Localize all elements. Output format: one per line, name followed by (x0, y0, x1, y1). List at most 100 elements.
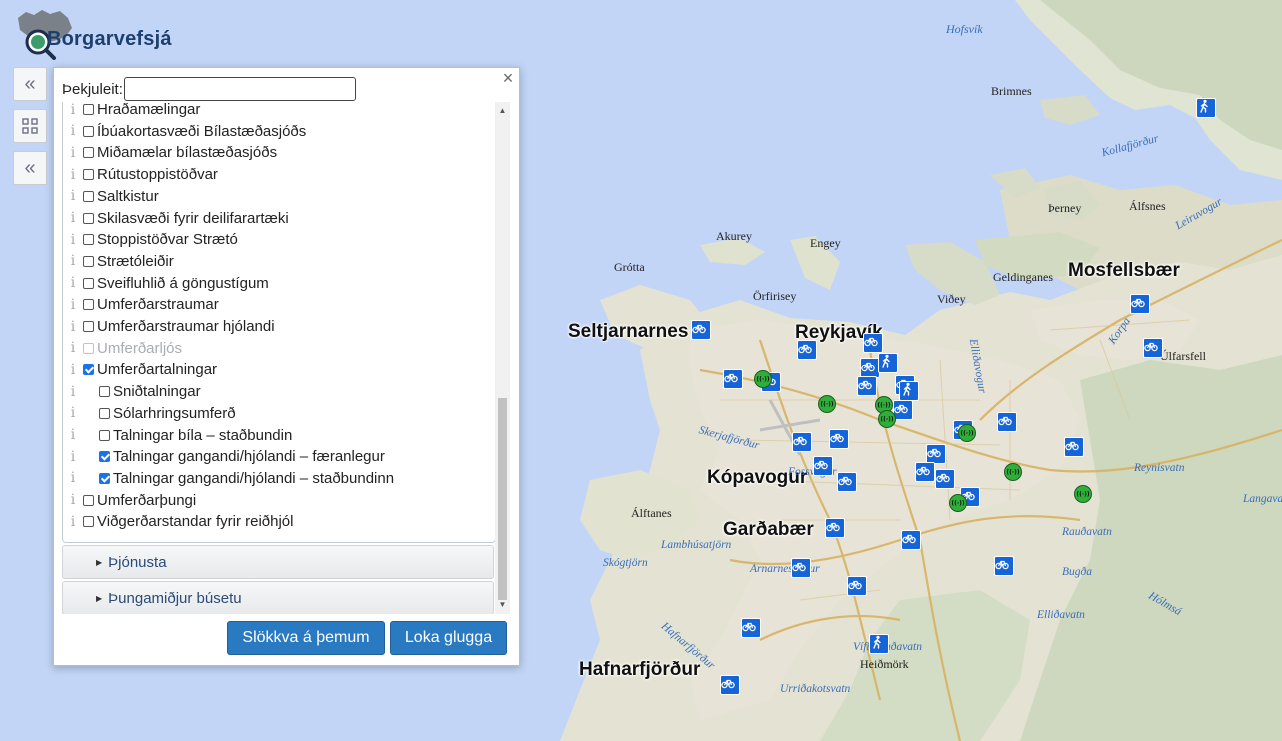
layer-checkbox[interactable] (83, 234, 94, 246)
pedestrian-counter-marker-icon[interactable] (1196, 98, 1216, 118)
pedestrian-counter-marker-icon[interactable] (878, 353, 898, 373)
layer-row[interactable]: i Sólarhringsumferð (63, 403, 236, 424)
bike-counter-marker-icon[interactable] (901, 530, 921, 550)
layer-row[interactable]: i Talningar gangandi/hjólandi – færanlegu… (63, 446, 385, 467)
bike-counter-marker-icon[interactable] (813, 456, 833, 476)
bike-counter-marker-icon[interactable] (1143, 338, 1163, 358)
bike-counter-marker-icon[interactable] (994, 556, 1014, 576)
bike-counter-marker-icon[interactable] (792, 432, 812, 452)
layer-row[interactable]: i Strætóleiðir (63, 251, 174, 272)
info-icon[interactable]: i (66, 362, 80, 378)
info-icon[interactable]: i (66, 470, 80, 486)
bike-counter-marker-icon[interactable] (847, 576, 867, 596)
info-icon[interactable]: i (66, 232, 80, 248)
bike-counter-marker-icon[interactable] (1064, 437, 1084, 457)
traffic-counter-marker-icon[interactable]: ((·)) (754, 370, 772, 388)
info-icon[interactable]: i (66, 384, 80, 400)
layer-checkbox[interactable] (83, 321, 94, 332)
info-icon[interactable]: i (66, 210, 80, 226)
bike-counter-marker-icon[interactable] (915, 462, 935, 482)
info-icon[interactable]: i (66, 405, 80, 421)
bike-counter-marker-icon[interactable] (691, 320, 711, 340)
layer-checkbox[interactable] (99, 451, 110, 463)
info-icon[interactable]: i (66, 319, 80, 335)
layer-row[interactable]: i Skilasvæði fyrir deilifarartæki (63, 208, 289, 229)
layer-checkbox[interactable] (83, 299, 94, 311)
bike-counter-marker-icon[interactable] (863, 333, 883, 353)
bike-counter-marker-icon[interactable] (829, 429, 849, 449)
layer-checkbox[interactable] (99, 386, 110, 398)
layer-checkbox[interactable] (83, 364, 94, 376)
info-icon[interactable]: i (66, 167, 80, 183)
collapse-panel-button[interactable]: « (13, 67, 47, 101)
traffic-counter-marker-icon[interactable]: ((·)) (878, 410, 896, 428)
info-icon[interactable]: i (66, 188, 80, 204)
layer-row[interactable]: i Íbúakortasvæði Bílastæðasjóðs (63, 121, 307, 142)
layer-list-scrollbar[interactable]: ▲ ▼ (495, 102, 510, 614)
layer-row[interactable]: i Saltkistur (63, 186, 159, 207)
app-logo[interactable]: Borgarvefsjá (14, 6, 184, 60)
traffic-counter-marker-icon[interactable]: ((·)) (949, 494, 967, 512)
layer-row[interactable]: i Umferðarþungi (63, 490, 196, 511)
info-icon[interactable]: i (66, 427, 80, 443)
bike-counter-marker-icon[interactable] (837, 472, 857, 492)
scroll-up-icon[interactable]: ▲ (495, 104, 510, 118)
layer-checkbox[interactable] (83, 342, 94, 354)
layer-list-scroll[interactable]: i Hraðamælingar i Íbúakortasvæði Bílastæðas… (62, 102, 510, 614)
info-icon[interactable]: i (66, 340, 80, 356)
bike-counter-marker-icon[interactable] (723, 369, 743, 389)
group-header-thjonusta[interactable]: ▶ Þjónusta (62, 545, 494, 579)
info-icon[interactable]: i (66, 449, 80, 465)
layer-checkbox[interactable] (99, 472, 110, 484)
clear-themes-button[interactable]: Slökkva á þemum (227, 621, 385, 655)
layer-row[interactable]: i Sniðtalningar (63, 381, 201, 402)
layer-checkbox[interactable] (83, 277, 94, 289)
layer-checkbox[interactable] (99, 407, 110, 419)
group-header-thungamidjur[interactable]: ▶ Þungamiðjur búsetu (62, 581, 494, 614)
layer-checkbox[interactable] (83, 212, 94, 224)
bike-counter-marker-icon[interactable] (893, 400, 913, 420)
bike-counter-marker-icon[interactable] (741, 618, 761, 638)
layer-row[interactable]: i Hraðamælingar (63, 102, 201, 120)
layer-checkbox[interactable] (83, 104, 94, 115)
info-icon[interactable]: i (66, 123, 80, 139)
traffic-counter-marker-icon[interactable]: ((·)) (1074, 485, 1092, 503)
scrollbar-thumb[interactable] (498, 398, 507, 600)
info-icon[interactable]: i (66, 492, 80, 508)
info-icon[interactable]: i (66, 297, 80, 313)
layer-row[interactable]: i Umferðartalningar (63, 359, 217, 380)
layer-checkbox[interactable] (83, 255, 94, 267)
bike-counter-marker-icon[interactable] (935, 469, 955, 489)
scroll-down-icon[interactable]: ▼ (495, 598, 510, 612)
info-icon[interactable]: i (66, 514, 80, 530)
layer-row[interactable]: i Rútustoppistöðvar (63, 164, 218, 185)
bike-counter-marker-icon[interactable] (791, 558, 811, 578)
layer-checkbox[interactable] (83, 169, 94, 181)
layer-row[interactable]: i Talningar bíla – staðbundin (63, 425, 293, 446)
bike-counter-marker-icon[interactable] (997, 412, 1017, 432)
traffic-counter-marker-icon[interactable]: ((·)) (958, 424, 976, 442)
layer-checkbox[interactable] (83, 125, 94, 137)
layer-row[interactable]: i Umferðarstraumar (63, 294, 219, 315)
layer-row[interactable]: i Miðamælar bílastæðasjóðs (63, 142, 277, 163)
traffic-counter-marker-icon[interactable]: ((·)) (818, 395, 836, 413)
layer-row[interactable]: i Umferðarstraumar hjólandi (63, 316, 275, 337)
layer-checkbox[interactable] (83, 516, 94, 528)
info-icon[interactable]: i (66, 275, 80, 291)
bike-counter-marker-icon[interactable] (825, 518, 845, 538)
bike-counter-marker-icon[interactable] (1130, 294, 1150, 314)
layer-checkbox[interactable] (99, 429, 110, 441)
layer-row[interactable]: i Stoppistöðvar Strætó (63, 229, 238, 250)
info-icon[interactable]: i (66, 145, 80, 161)
pedestrian-counter-marker-icon[interactable] (869, 634, 889, 654)
layers-grid-button[interactable] (13, 109, 47, 143)
layer-row[interactable]: i Sveifluhlið á göngustígum (63, 273, 269, 294)
traffic-counter-marker-icon[interactable]: ((·)) (1004, 463, 1022, 481)
bike-counter-marker-icon[interactable] (857, 376, 877, 396)
bike-counter-marker-icon[interactable] (926, 444, 946, 464)
close-icon[interactable]: × (499, 69, 517, 87)
layer-filter-input[interactable] (123, 77, 356, 101)
close-window-button[interactable]: Loka glugga (390, 621, 507, 655)
collapse-menu-button[interactable]: « (13, 151, 47, 185)
pedestrian-counter-marker-icon[interactable] (899, 381, 919, 401)
